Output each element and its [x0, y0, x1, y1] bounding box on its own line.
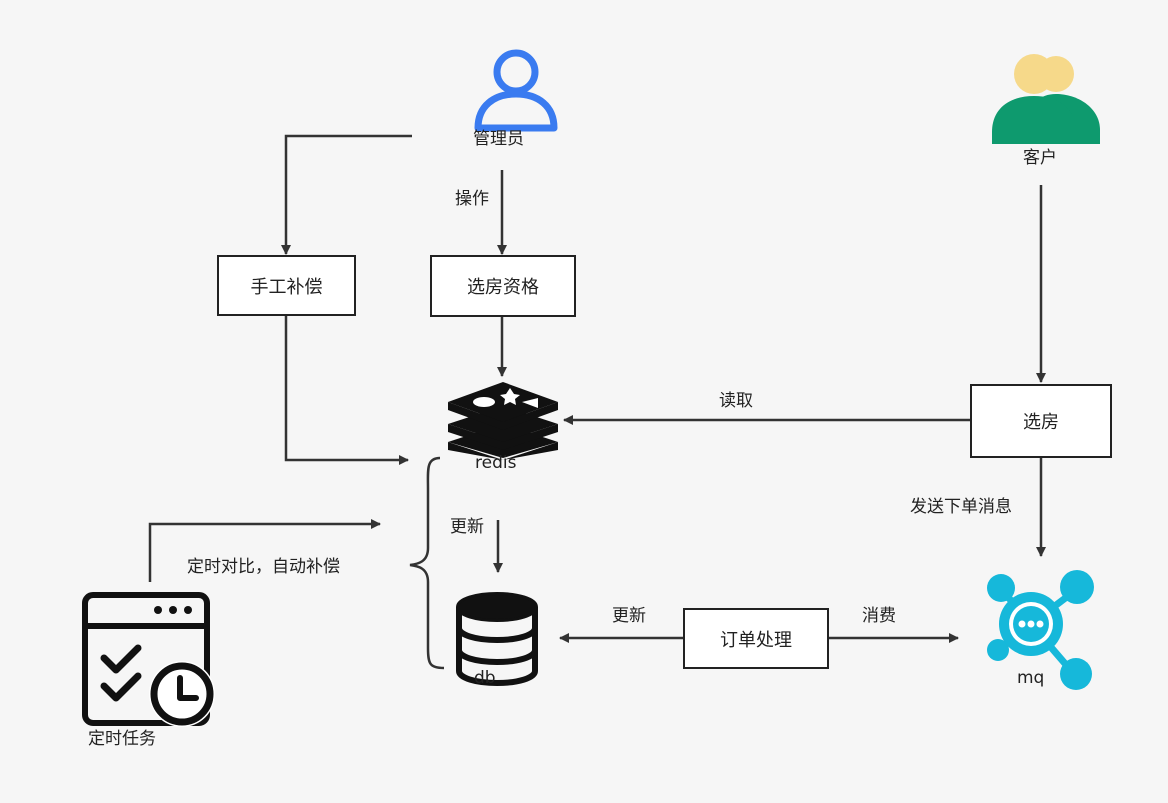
choose-room-box: 选房 [970, 384, 1112, 458]
edge-label-update-db: 更新 [612, 606, 646, 626]
db-label: db [474, 668, 496, 688]
edge-label-read: 读取 [719, 391, 753, 411]
edge-label-update-redis-db: 更新 [450, 517, 484, 537]
eligibility-label: 选房资格 [467, 277, 539, 298]
store-group-brace [409, 456, 445, 670]
edge-admin-to-manual [281, 134, 412, 255]
customer-label: 客户 [1023, 148, 1057, 168]
order-processing-label: 订单处理 [720, 629, 792, 651]
database-icon [456, 592, 538, 686]
mq-label: mq [1017, 668, 1045, 688]
admin-label: 管理员 [473, 129, 524, 149]
scheduled-task-label: 定时任务 [88, 729, 156, 749]
edge-label-send-order: 发送下单消息 [910, 497, 1012, 517]
user-icon [474, 49, 558, 132]
users-icon [992, 54, 1100, 144]
order-processing-box: 订单处理 [683, 608, 829, 669]
redis-label: redis [475, 453, 517, 473]
scheduled-task-icon [82, 592, 215, 727]
eligibility-box: 选房资格 [430, 255, 576, 317]
choose-room-label: 选房 [1023, 412, 1059, 433]
edge-label-consume: 消费 [862, 606, 896, 626]
manual-compensation-box: 手工补偿 [217, 255, 356, 316]
architecture-diagram: 管理员 客户 手工补偿 选房资格 选房 订单处理 redis db mq 定时任… [0, 0, 1168, 803]
redis-icon [448, 382, 558, 460]
edge-manual-to-redis [284, 316, 409, 465]
edge-label-timed-compare: 定时对比，自动补偿 [187, 557, 340, 577]
manual-compensation-label: 手工补偿 [250, 276, 323, 298]
edge-label-operate: 操作 [455, 189, 489, 209]
